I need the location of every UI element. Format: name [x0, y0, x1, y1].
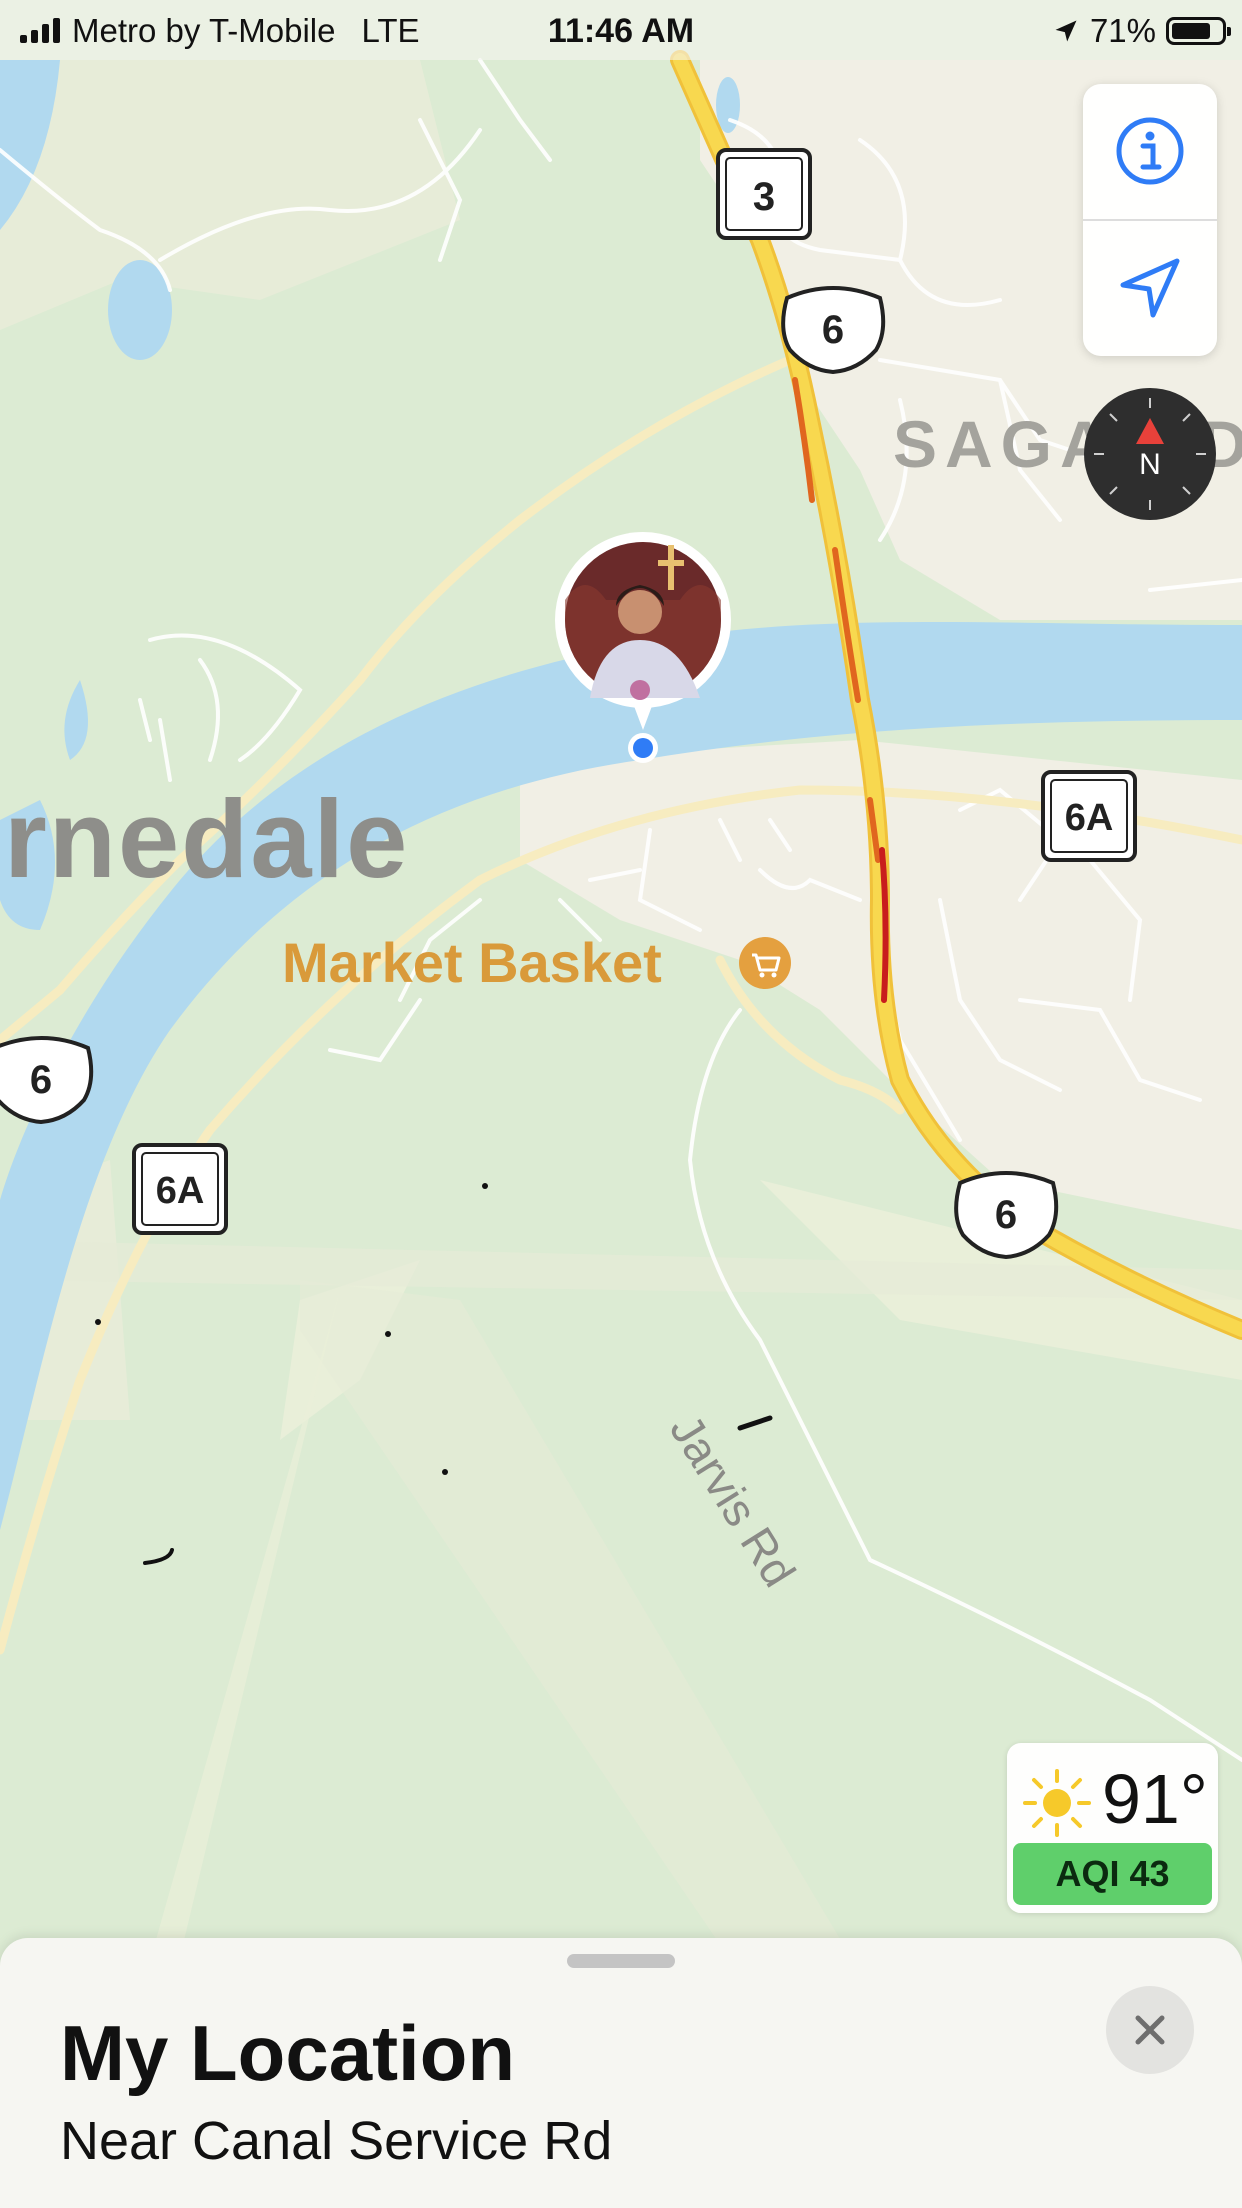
route-shield-3: 3	[716, 148, 812, 240]
status-bar: Metro by T-Mobile LTE 11:46 AM 71%	[0, 0, 1242, 60]
location-sheet[interactable]: My Location Near Canal Service Rd	[0, 1938, 1242, 2208]
route-shield-6: 6	[781, 286, 886, 375]
info-button[interactable]	[1083, 84, 1217, 218]
sheet-grabber[interactable]	[567, 1954, 675, 1968]
battery-icon	[1166, 17, 1231, 45]
tracking-button[interactable]	[1083, 221, 1217, 355]
compass-icon: N	[1094, 398, 1206, 510]
market-basket-pin[interactable]	[739, 937, 791, 989]
town-label: rnedale	[4, 778, 410, 901]
compass-north-label: N	[1139, 448, 1161, 481]
close-button[interactable]	[1106, 1986, 1194, 2074]
location-arrow-icon	[1120, 258, 1180, 318]
sheet-title: My Location	[60, 2009, 516, 2097]
svg-text:6: 6	[30, 1058, 52, 1102]
info-icon	[1116, 117, 1184, 185]
route-shield-3-label: 3	[753, 175, 775, 219]
sheet-subtitle: Near Canal Service Rd	[60, 2111, 613, 2171]
route-shield-6: 6	[954, 1171, 1059, 1260]
svg-text:6A: 6A	[156, 1170, 205, 1212]
route-shield-6a: 6A	[132, 1143, 228, 1235]
close-icon	[1135, 2015, 1165, 2045]
temperature: 91°	[1102, 1760, 1208, 1838]
poi-label-market-basket[interactable]: Market Basket	[282, 930, 662, 995]
map-controls	[1083, 84, 1217, 356]
neighborhood-label: SAGA	[893, 407, 1116, 481]
sun-icon	[1023, 1769, 1091, 1837]
location-services-icon	[1055, 20, 1077, 42]
current-location-dot	[628, 733, 658, 763]
battery-percent: 71%	[1089, 12, 1156, 49]
svg-text:6: 6	[995, 1193, 1017, 1237]
route-shield-6a: 6A	[1041, 770, 1137, 862]
weather-widget[interactable]: 91° AQI 43	[1007, 1743, 1218, 1913]
svg-text:6: 6	[822, 308, 844, 352]
svg-text:6A: 6A	[1065, 797, 1114, 839]
compass-button[interactable]: N	[1084, 388, 1216, 520]
aqi-badge: AQI 43	[1013, 1843, 1212, 1905]
